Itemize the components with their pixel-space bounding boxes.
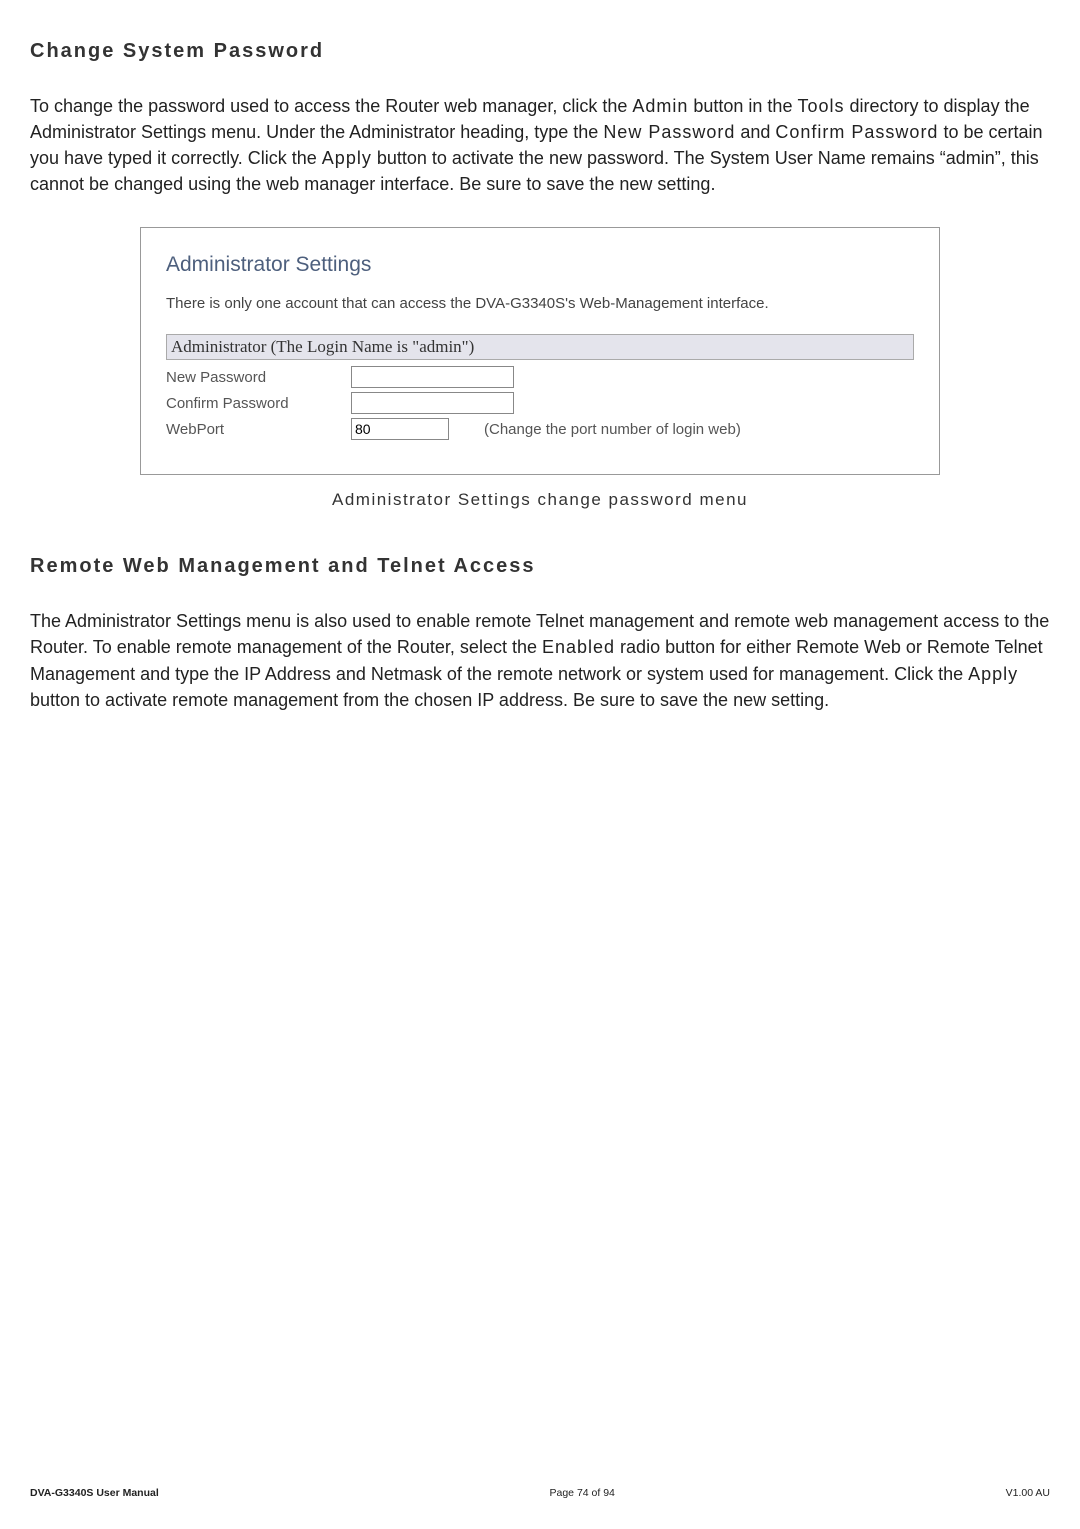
input-webport[interactable] xyxy=(351,418,449,440)
paragraph-remote-management: The Administrator Settings menu is also … xyxy=(30,608,1050,712)
footer-right: V1.00 AU xyxy=(1006,1487,1050,1499)
input-confirm-password[interactable] xyxy=(351,392,514,414)
text: To change the password used to access th… xyxy=(30,96,632,116)
emph-new-password: New Password xyxy=(603,122,735,142)
box-title: Administrator Settings xyxy=(166,253,914,277)
row-webport: WebPort (Change the port number of login… xyxy=(166,418,914,440)
row-confirm-password: Confirm Password xyxy=(166,392,914,414)
page-footer: DVA-G3340S User Manual Page 74 of 94 V1.… xyxy=(30,1487,1050,1499)
footer-left: DVA-G3340S User Manual xyxy=(30,1487,159,1499)
label-new-password: New Password xyxy=(166,369,351,386)
heading-remote-management: Remote Web Management and Telnet Access xyxy=(30,555,1050,578)
footer-center: Page 74 of 94 xyxy=(550,1487,615,1499)
emph-tools: Tools xyxy=(797,96,844,116)
heading-change-password: Change System Password xyxy=(30,40,1050,63)
figure-caption: Administrator Settings change password m… xyxy=(30,490,1050,510)
emph-apply: Apply xyxy=(322,148,372,168)
box-description: There is only one account that can acces… xyxy=(166,295,914,312)
text: button to activate remote management fro… xyxy=(30,690,829,710)
text: button in the xyxy=(688,96,797,116)
row-new-password: New Password xyxy=(166,366,914,388)
input-new-password[interactable] xyxy=(351,366,514,388)
admin-settings-box: Administrator Settings There is only one… xyxy=(140,227,940,475)
emph-enabled: Enabled xyxy=(542,637,615,657)
hint-webport: (Change the port number of login web) xyxy=(484,421,741,438)
label-confirm-password: Confirm Password xyxy=(166,395,351,412)
emph-admin: Admin xyxy=(632,96,688,116)
subheader-administrator: Administrator (The Login Name is "admin"… xyxy=(166,334,914,360)
text: and xyxy=(735,122,775,142)
label-webport: WebPort xyxy=(166,421,351,438)
emph-confirm-password: Confirm Password xyxy=(775,122,938,142)
emph-apply-2: Apply xyxy=(968,664,1018,684)
paragraph-change-password: To change the password used to access th… xyxy=(30,93,1050,197)
